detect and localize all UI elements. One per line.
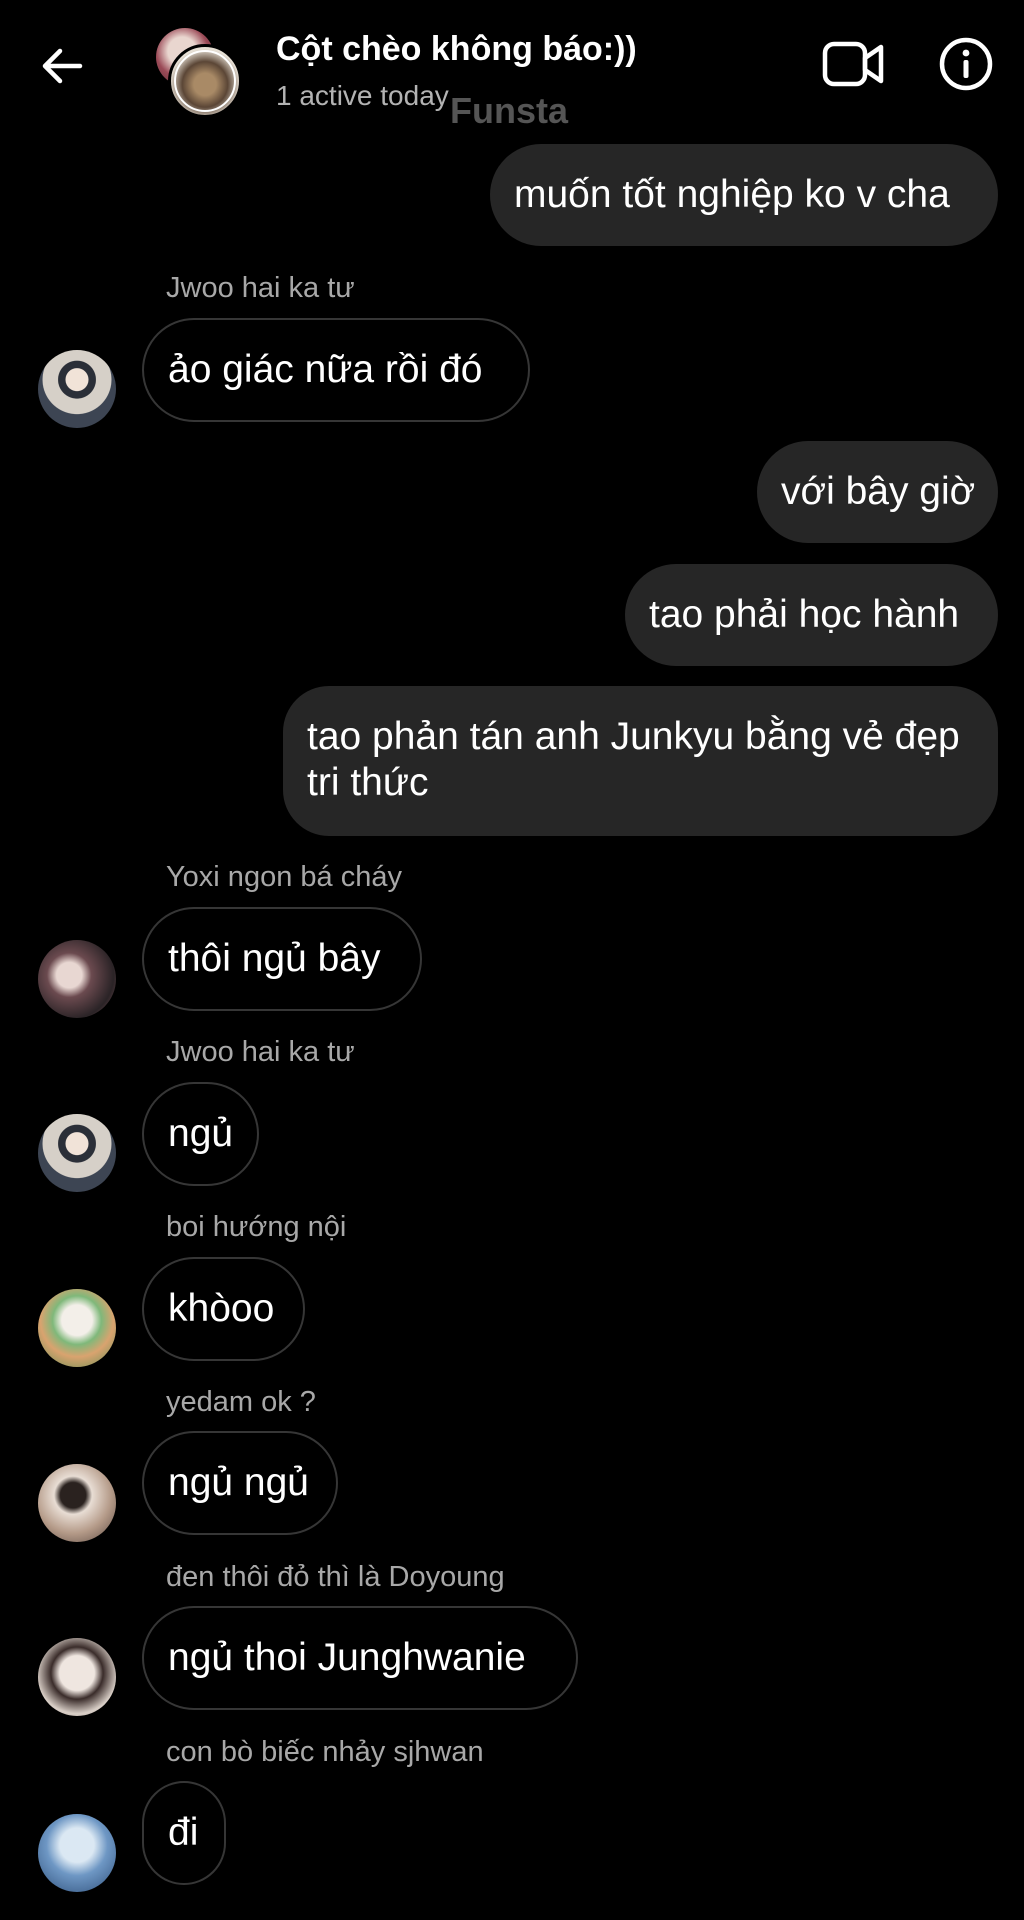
message-received[interactable]: ảo giác nữa rồi đó — [142, 318, 530, 422]
watermark: Funsta — [450, 90, 569, 131]
sender-avatar[interactable] — [38, 350, 116, 428]
sender-avatar[interactable] — [38, 1464, 116, 1542]
sender-name: Yoxi ngon bá cháy — [166, 861, 402, 893]
video-camera-icon[interactable] — [822, 36, 886, 92]
sender-avatar[interactable] — [38, 1289, 116, 1367]
sender-avatar[interactable] — [38, 1814, 116, 1892]
group-avatar[interactable] — [156, 28, 242, 118]
active-status: 1 active today — [276, 80, 449, 111]
chat-header: Cột chèo không báo:)) 1 active today Fun… — [0, 0, 1024, 140]
info-icon[interactable] — [938, 36, 994, 92]
message-received[interactable]: thôi ngủ bây — [142, 907, 422, 1011]
sender-name: yedam ok ? — [166, 1386, 316, 1418]
back-arrow-icon[interactable] — [36, 40, 88, 92]
message-sent[interactable]: muốn tốt nghiệp ko v cha — [490, 144, 998, 246]
sender-avatar[interactable] — [38, 940, 116, 1018]
message-received[interactable]: đi — [142, 1781, 226, 1885]
sender-name: boi hướng nội — [166, 1211, 347, 1243]
message-received[interactable]: ngủ — [142, 1082, 259, 1186]
message-received[interactable]: ngủ ngủ — [142, 1431, 338, 1535]
sender-avatar[interactable] — [38, 1114, 116, 1192]
message-received[interactable]: ngủ thoi Junghwanie — [142, 1606, 578, 1710]
message-sent[interactable]: tao phản tán anh Junkyu bằng vẻ đẹp tri … — [283, 686, 998, 836]
message-sent[interactable]: tao phải học hành — [625, 564, 998, 666]
sender-name: đen thôi đỏ thì là Doyoung — [166, 1561, 505, 1593]
sender-name: con bò biếc nhảy sjhwan — [166, 1736, 484, 1768]
chat-title[interactable]: Cột chèo không báo:)) — [276, 30, 637, 69]
group-avatar-front — [168, 44, 242, 118]
sender-avatar[interactable] — [38, 1638, 116, 1716]
sender-name: Jwoo hai ka tư — [166, 272, 355, 304]
message-sent[interactable]: với bây giờ — [757, 441, 998, 543]
message-received[interactable]: khòoo — [142, 1257, 305, 1361]
sender-name: Jwoo hai ka tư — [166, 1036, 355, 1068]
